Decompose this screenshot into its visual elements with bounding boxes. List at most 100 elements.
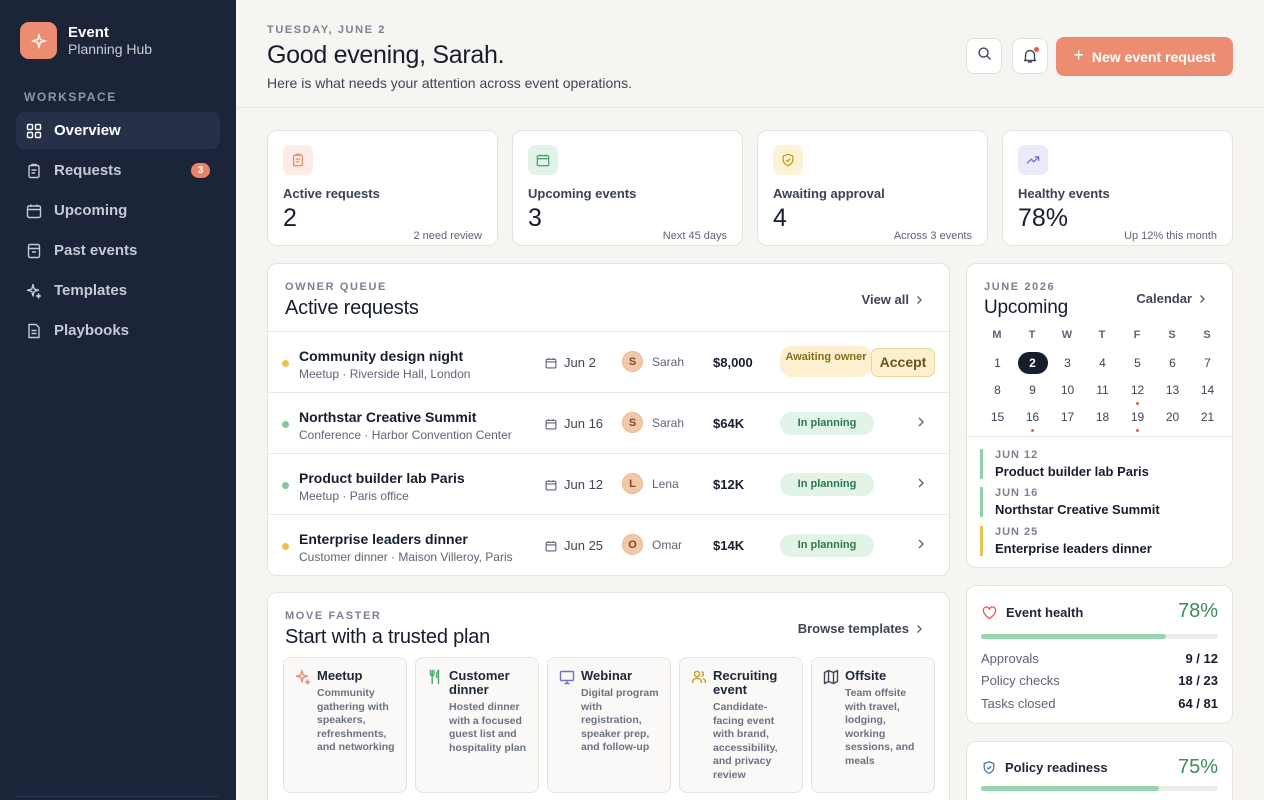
calendar-day[interactable]: 6 — [1155, 352, 1190, 374]
sidebar-item-label: Past events — [54, 242, 138, 259]
request-date-text: Jun 16 — [564, 416, 604, 431]
request-owner: S Sarah — [622, 351, 684, 372]
browse-templates-link[interactable]: Browse templates — [798, 621, 923, 636]
calendar-day[interactable]: 1 — [980, 352, 1015, 374]
status-badge: In planning — [780, 534, 874, 557]
stat-card-awaiting-approval[interactable]: Awaiting approval 4 Across 3 events — [757, 130, 988, 246]
clipboard-icon — [283, 145, 313, 175]
progress-fill — [981, 786, 1159, 791]
template-meetup[interactable]: Meetup Community gathering with speakers… — [283, 657, 407, 793]
table-row[interactable]: Product builder lab Paris Meetup · Paris… — [268, 453, 949, 514]
calendar-icon — [545, 540, 557, 551]
sidebar-item-label: Playbooks — [54, 322, 130, 339]
calendar-link[interactable]: Calendar — [1136, 291, 1206, 306]
request-date: Jun 2 — [545, 355, 596, 370]
calendar-day[interactable]: 15 — [980, 406, 1015, 428]
accept-button[interactable]: Accept — [871, 348, 935, 377]
calendar-day-with-event[interactable]: 16 — [1015, 406, 1050, 432]
avatar: S — [622, 412, 643, 433]
brand[interactable]: Event Planning Hub — [20, 22, 152, 59]
sidebar-item-templates[interactable]: Templates — [16, 272, 220, 309]
view-all-label: View all — [861, 292, 909, 307]
chevron-right-icon[interactable] — [917, 415, 925, 433]
stat-note: 2 need review — [413, 230, 483, 242]
owner-name: Lena — [652, 476, 679, 491]
progress-fill — [981, 634, 1166, 639]
sidebar-item-label: Requests — [54, 162, 122, 179]
stat-card-active-requests[interactable]: Active requests 2 2 need review — [267, 130, 498, 246]
calendar-title: Upcoming — [984, 297, 1068, 318]
calendar-day[interactable]: 10 — [1050, 379, 1085, 401]
stat-note: Across 3 events — [893, 230, 972, 242]
notifications-button[interactable] — [1012, 38, 1048, 74]
calendar-day[interactable]: 5 — [1120, 352, 1155, 374]
template-customer-dinner[interactable]: Customer dinner Hosted dinner with a foc… — [415, 657, 539, 793]
calendar-day[interactable]: 20 — [1155, 406, 1190, 428]
upcoming-event-date: JUN 25 — [995, 526, 1039, 538]
workspace-label: WORKSPACE — [24, 90, 117, 104]
stat-label: Awaiting approval — [773, 186, 885, 201]
new-event-request-button[interactable]: + New event request — [1056, 37, 1233, 76]
template-title: Recruiting event — [713, 668, 778, 697]
calendar-day[interactable]: 3 — [1050, 352, 1085, 374]
owner-name: Omar — [652, 537, 682, 552]
stat-note: Next 45 days — [662, 230, 727, 242]
table-row[interactable]: Enterprise leaders dinner Customer dinne… — [268, 514, 949, 575]
upcoming-event-item[interactable]: JUN 12 Product builder lab Paris — [980, 449, 1220, 479]
calendar-day[interactable]: 21 — [1190, 406, 1225, 428]
grid-icon — [26, 123, 42, 139]
request-meta: Meetup · Paris office — [299, 489, 409, 503]
calendar-day-with-event[interactable]: 12 — [1120, 379, 1155, 405]
calendar-day[interactable]: 7 — [1190, 352, 1225, 374]
template-description: Hosted dinner with a focused guest list … — [449, 701, 527, 754]
request-name: Community design night — [299, 348, 464, 364]
stat-card-healthy-events[interactable]: Healthy events 78% Up 12% this month — [1002, 130, 1233, 246]
stat-value: 78% — [1018, 204, 1069, 232]
calendar-day[interactable]: 8 — [980, 379, 1015, 401]
table-row[interactable]: Northstar Creative Summit Conference · H… — [268, 392, 949, 453]
view-all-link[interactable]: View all — [862, 292, 923, 307]
request-meta: Customer dinner · Maison Villeroy, Paris — [299, 550, 513, 564]
table-row[interactable]: Community design night Meetup · Riversid… — [268, 331, 949, 392]
calendar-day-today[interactable]: 2 — [1015, 351, 1050, 374]
templates-title: Start with a trusted plan — [285, 626, 491, 648]
calendar-day[interactable]: 13 — [1155, 379, 1190, 401]
day-number: 19 — [1130, 409, 1145, 424]
calendar-day[interactable]: 9 — [1015, 379, 1050, 401]
template-offsite[interactable]: Offsite Team offsite with travel, lodgin… — [811, 657, 935, 793]
sidebar-item-past-events[interactable]: Past events — [16, 232, 220, 269]
sidebar-divider — [16, 796, 220, 797]
calendar-day[interactable]: 4 — [1085, 352, 1120, 374]
calendar-icon — [528, 145, 558, 175]
health-stat-value: 18 / 23 — [1178, 673, 1218, 688]
weekday-label: W — [1061, 329, 1074, 341]
sidebar-item-requests[interactable]: Requests 3 — [16, 152, 220, 189]
sidebar-item-overview[interactable]: Overview — [16, 112, 220, 149]
stat-label: Active requests — [283, 186, 380, 201]
template-recruiting-event[interactable]: Recruiting event Candidate-facing event … — [679, 657, 803, 793]
upcoming-event-name: Northstar Creative Summit — [995, 502, 1160, 517]
chevron-right-icon[interactable] — [917, 476, 925, 494]
search-button[interactable] — [966, 38, 1002, 74]
upcoming-event-item[interactable]: JUN 25 Enterprise leaders dinner — [980, 526, 1220, 556]
upcoming-event-date: JUN 12 — [995, 449, 1039, 461]
sidebar-item-upcoming[interactable]: Upcoming — [16, 192, 220, 229]
calendar-day-with-event[interactable]: 19 — [1120, 406, 1155, 432]
chevron-right-icon[interactable] — [917, 537, 925, 555]
calendar-day[interactable]: 11 — [1085, 379, 1120, 401]
requests-eyebrow: OWNER QUEUE — [285, 281, 387, 293]
calendar-day[interactable]: 14 — [1190, 379, 1225, 401]
page-subtitle: Here is what needs your attention across… — [267, 75, 632, 91]
calendar-week: 8 9 10 11 12 13 14 — [980, 376, 1225, 405]
template-description: Team offsite with travel, lodging, worki… — [845, 687, 915, 767]
upcoming-event-item[interactable]: JUN 16 Northstar Creative Summit — [980, 487, 1220, 517]
policy-readiness-heading: Policy readiness — [982, 760, 1108, 775]
calendar-day[interactable]: 17 — [1050, 406, 1085, 428]
event-dot — [1136, 428, 1139, 432]
users-icon — [691, 669, 709, 687]
stat-card-upcoming-events[interactable]: Upcoming events 3 Next 45 days — [512, 130, 743, 246]
calendar-day[interactable]: 18 — [1085, 406, 1120, 428]
sidebar-item-playbooks[interactable]: Playbooks — [16, 312, 220, 349]
template-webinar[interactable]: Webinar Digital program with registratio… — [547, 657, 671, 793]
status-badge: Awaiting owner — [780, 346, 872, 377]
